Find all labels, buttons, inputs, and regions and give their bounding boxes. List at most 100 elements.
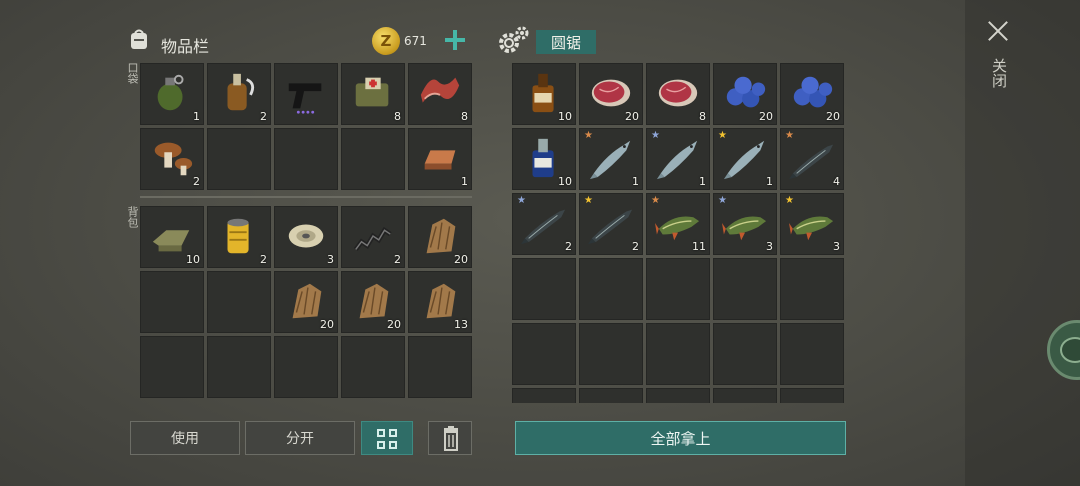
grid-divider <box>140 196 472 198</box>
inventory-slot[interactable]: 10 <box>512 128 576 190</box>
inventory-slot[interactable] <box>274 128 338 190</box>
inventory-slot[interactable]: ★ 2 <box>579 193 643 255</box>
take-all-button[interactable]: 全部拿上 <box>515 421 846 455</box>
item-count: 10 <box>186 253 200 266</box>
inventory-slot[interactable]: 20 <box>274 271 338 333</box>
inventory-slot[interactable]: ★ 3 <box>780 193 844 255</box>
inventory-slot[interactable]: ★ 3 <box>713 193 777 255</box>
pocket-grid: 1 2 8 8 2 1 <box>140 63 472 190</box>
inventory-slot[interactable] <box>512 323 576 385</box>
item-count: 20 <box>826 110 840 123</box>
close-icon[interactable] <box>985 18 1011 44</box>
inventory-slot[interactable] <box>646 323 710 385</box>
inventory-slot[interactable] <box>207 128 271 190</box>
item-count: 8 <box>699 110 706 123</box>
inventory-slot[interactable] <box>780 388 844 403</box>
inventory-slot[interactable] <box>512 258 576 320</box>
gear-icon <box>499 26 529 53</box>
container-grid: 10 20 8 20 20 10 ★ 1 ★ 1 ★ 1 ★ 4 ★ 2 ★ 2 ★ 11 ★ 3 ★ 3 <box>512 63 844 403</box>
inventory-slot[interactable]: 8 <box>408 63 472 125</box>
item-count: 3 <box>327 253 334 266</box>
item-count: 10 <box>558 175 572 188</box>
inventory-slot[interactable] <box>646 258 710 320</box>
item-count: 20 <box>320 318 334 331</box>
inventory-slot[interactable]: ★ 1 <box>713 128 777 190</box>
add-coins-button[interactable] <box>445 30 465 50</box>
item-count: 3 <box>766 240 773 253</box>
inventory-slot[interactable]: 1 <box>408 128 472 190</box>
close-label[interactable]: 关闭 <box>988 58 1008 88</box>
inventory-slot[interactable]: 20 <box>579 63 643 125</box>
inventory-slot[interactable]: 2 <box>341 206 405 268</box>
inventory-slot[interactable] <box>140 271 204 333</box>
item-count: 3 <box>833 240 840 253</box>
split-button[interactable]: 分开 <box>245 421 355 455</box>
coin-count: 671 <box>404 34 427 48</box>
inventory-slot[interactable]: ★ 2 <box>512 193 576 255</box>
mushroom-icon <box>154 142 193 176</box>
inventory-slot[interactable]: 13 <box>408 271 472 333</box>
inventory-slot[interactable] <box>207 271 271 333</box>
inventory-slot[interactable]: 20 <box>408 206 472 268</box>
inventory-slot[interactable] <box>274 63 338 125</box>
grid-layout-icon <box>377 441 385 449</box>
inventory-slot[interactable] <box>579 323 643 385</box>
inventory-slot[interactable] <box>341 128 405 190</box>
inventory-slot[interactable] <box>512 388 576 403</box>
inventory-slot[interactable]: 20 <box>713 63 777 125</box>
inventory-slot[interactable]: ★ 1 <box>646 128 710 190</box>
pike-icon <box>722 216 767 241</box>
inventory-slot[interactable]: 1 <box>140 63 204 125</box>
inventory-slot[interactable]: 8 <box>646 63 710 125</box>
item-count: 20 <box>759 110 773 123</box>
inventory-slot[interactable]: 10 <box>512 63 576 125</box>
bottle-molotov-icon <box>227 73 255 111</box>
inventory-slot[interactable]: 2 <box>207 63 271 125</box>
pike-icon <box>789 216 834 241</box>
inventory-slot[interactable]: ★ 1 <box>579 128 643 190</box>
grid-layout-icon <box>389 441 397 449</box>
inventory-slot[interactable] <box>579 388 643 403</box>
item-count: 11 <box>692 240 706 253</box>
inventory-slot[interactable]: 8 <box>341 63 405 125</box>
sturgeon-icon <box>789 144 834 180</box>
inventory-slot[interactable] <box>780 258 844 320</box>
item-count: 4 <box>833 175 840 188</box>
inventory-slot[interactable]: 3 <box>274 206 338 268</box>
inventory-slot[interactable] <box>207 336 271 398</box>
inventory-slot[interactable]: ★ 11 <box>646 193 710 255</box>
inventory-slot[interactable]: 20 <box>341 271 405 333</box>
inventory-slot[interactable] <box>579 258 643 320</box>
pistol-icon <box>288 83 322 114</box>
inventory-slot[interactable] <box>274 336 338 398</box>
inventory-slot[interactable] <box>780 323 844 385</box>
inventory-slot[interactable]: 2 <box>140 128 204 190</box>
inventory-title: 物品栏 <box>161 37 210 56</box>
right-sidebar <box>965 0 1080 486</box>
inventory-slot[interactable] <box>646 388 710 403</box>
inventory-slot[interactable]: 20 <box>780 63 844 125</box>
inventory-slot[interactable] <box>341 336 405 398</box>
item-count: 2 <box>565 240 572 253</box>
inventory-slot[interactable]: 10 <box>140 206 204 268</box>
trash-button[interactable] <box>428 421 472 455</box>
copper-ingot-icon <box>424 150 456 170</box>
inventory-slot[interactable]: 2 <box>207 206 271 268</box>
inventory-slot[interactable]: ★ 4 <box>780 128 844 190</box>
inventory-slot[interactable] <box>713 388 777 403</box>
pocket-label: 口袋 <box>126 62 139 84</box>
inventory-slot[interactable] <box>408 336 472 398</box>
grenade-icon <box>157 74 184 111</box>
item-count: 8 <box>461 110 468 123</box>
raw-steak-icon <box>658 79 698 107</box>
inventory-slot[interactable] <box>713 258 777 320</box>
backpack-grid: 10 2 3 2 20 20 20 13 <box>140 206 472 398</box>
inventory-slot[interactable] <box>713 323 777 385</box>
sturgeon-icon <box>588 209 633 245</box>
inventory-slot[interactable] <box>140 336 204 398</box>
use-button[interactable]: 使用 <box>130 421 240 455</box>
medkit-bag-icon <box>355 77 389 107</box>
item-count: 1 <box>699 175 706 188</box>
item-count: 2 <box>394 253 401 266</box>
layout-toggle-button[interactable] <box>361 421 413 455</box>
